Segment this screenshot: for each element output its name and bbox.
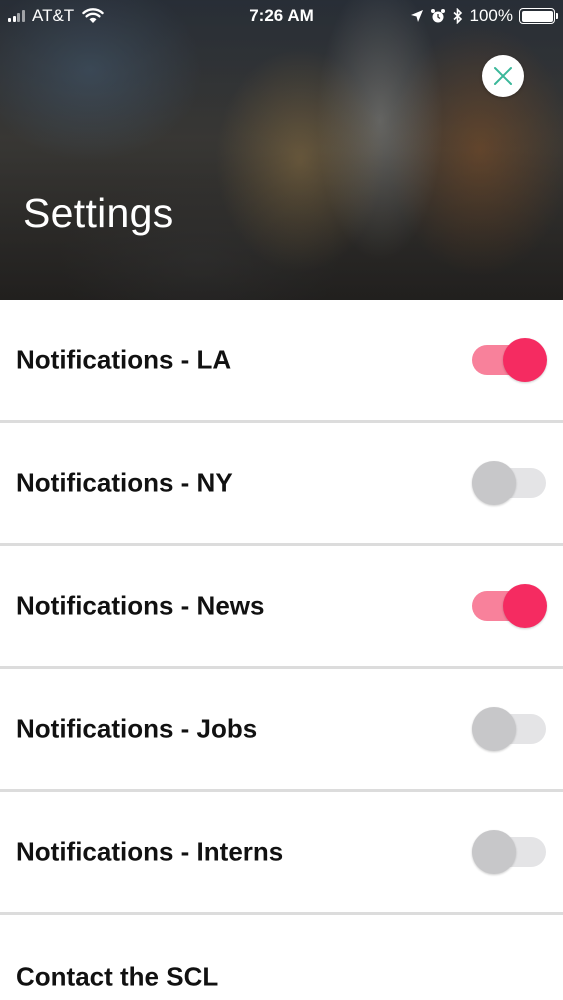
toggle-knob [472, 461, 516, 505]
contact-label: Contact the SCL [16, 961, 219, 992]
close-button[interactable] [482, 55, 524, 97]
header-background [0, 0, 563, 300]
contact-row[interactable]: Contact the SCL [0, 915, 563, 1000]
battery-percent: 100% [469, 6, 513, 25]
setting-row-la: Notifications - LA [0, 300, 563, 423]
settings-list: Notifications - LA Notifications - NY No… [0, 300, 563, 1000]
battery-icon [519, 8, 558, 24]
setting-label: Notifications - LA [16, 344, 232, 375]
status-bar: AT&T 7:26 AM 100% [0, 0, 563, 34]
page-title: Settings [23, 190, 174, 236]
toggle-knob [472, 830, 516, 874]
setting-label: Notifications - Jobs [16, 713, 258, 744]
toggle-knob [503, 338, 547, 382]
notifications-la-toggle[interactable] [472, 337, 548, 383]
setting-row-jobs: Notifications - Jobs [0, 669, 563, 792]
setting-row-ny: Notifications - NY [0, 423, 563, 546]
setting-label: Notifications - NY [16, 467, 233, 498]
setting-row-interns: Notifications - Interns [0, 792, 563, 915]
toggle-knob [472, 707, 516, 751]
status-bar-right: 100% [410, 6, 558, 26]
toggle-knob [503, 584, 547, 628]
notifications-interns-toggle[interactable] [472, 829, 548, 875]
notifications-jobs-toggle[interactable] [472, 706, 548, 752]
alarm-icon [430, 9, 445, 23]
close-icon [494, 67, 512, 85]
notifications-ny-toggle[interactable] [472, 460, 548, 506]
notifications-news-toggle[interactable] [472, 583, 548, 629]
setting-row-news: Notifications - News [0, 546, 563, 669]
bluetooth-icon [452, 8, 462, 24]
header-shade [0, 0, 563, 300]
setting-label: Notifications - News [16, 590, 265, 621]
location-icon [410, 10, 423, 22]
setting-label: Notifications - Interns [16, 836, 284, 867]
